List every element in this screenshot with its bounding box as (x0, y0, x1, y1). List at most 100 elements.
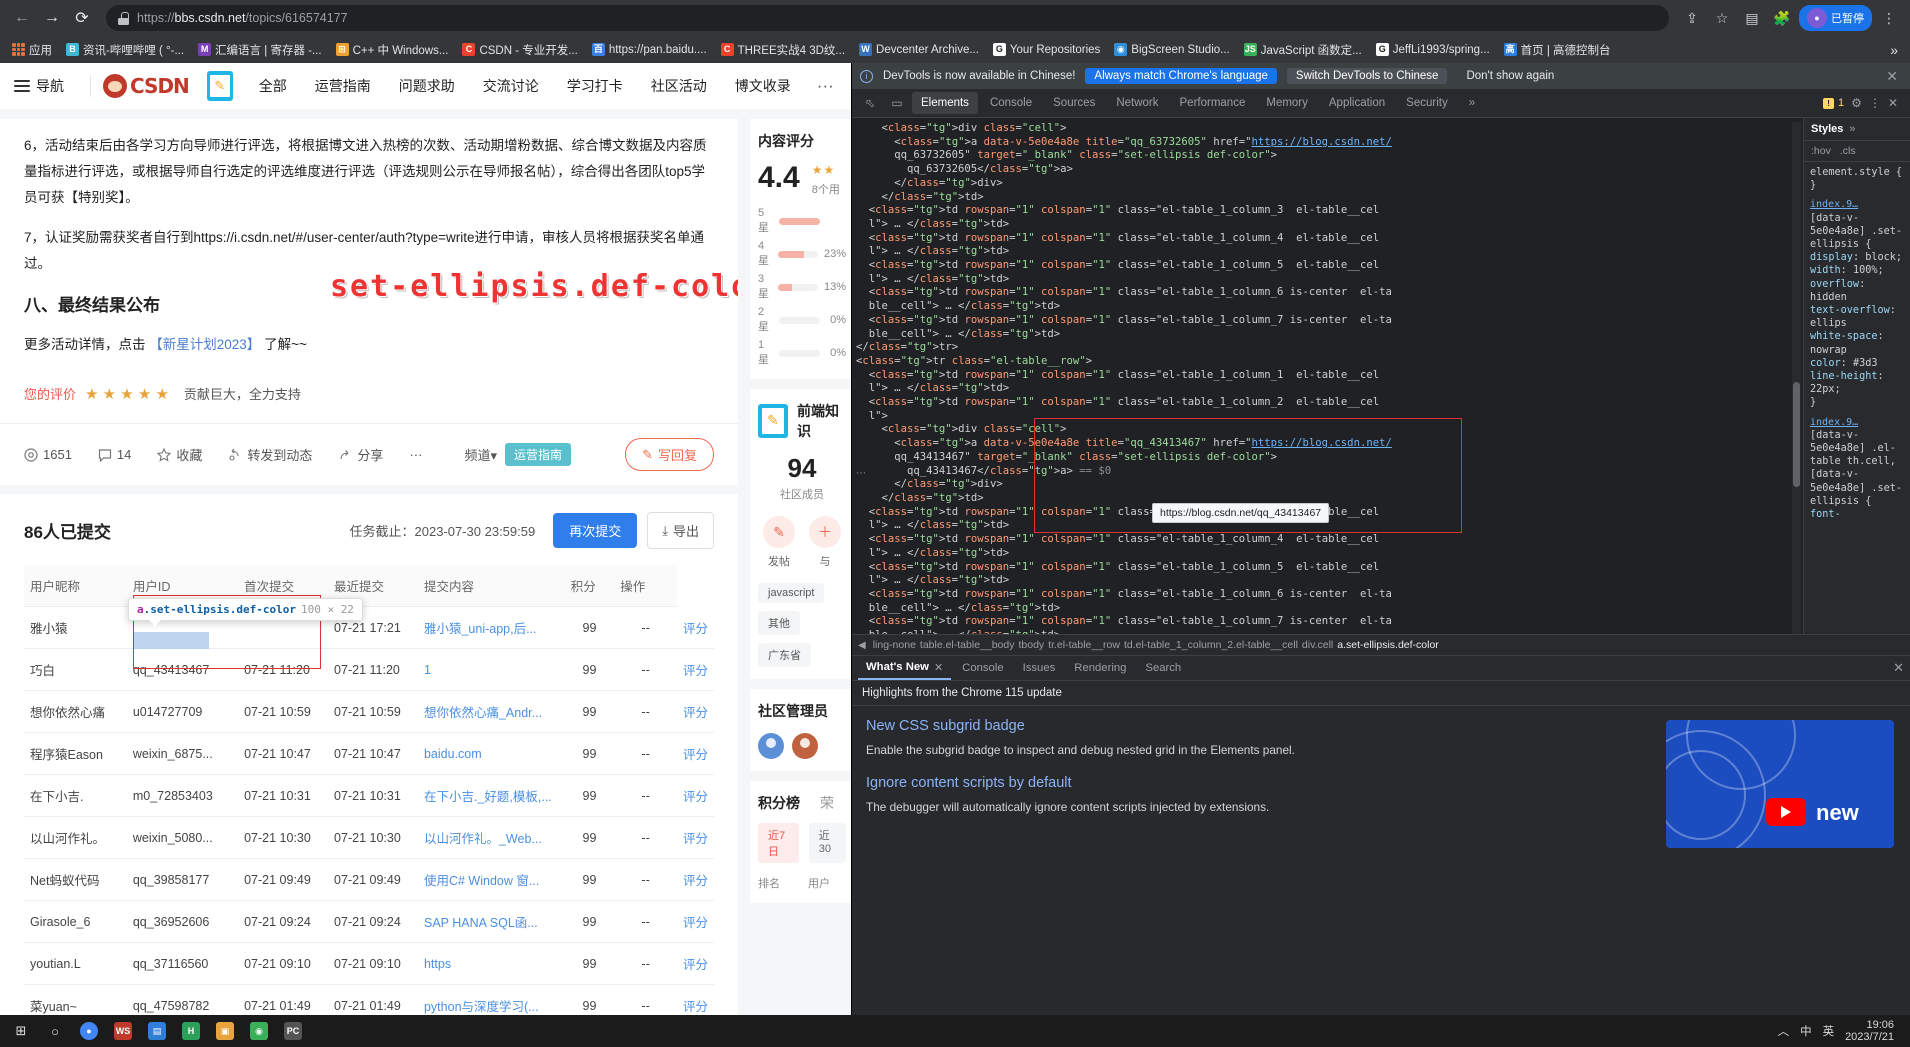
dom-tree-line[interactable]: <class="tg">td rowspan="1" colspan="1" c… (856, 259, 1803, 273)
dom-tree-line[interactable]: <class="tg">td rowspan="1" colspan="1" c… (856, 204, 1803, 218)
channel-selector[interactable]: 频道▾ 运营指南 (464, 443, 571, 466)
community-board-icon[interactable] (207, 71, 233, 101)
ime-en-icon[interactable]: 英 (1823, 1023, 1835, 1039)
bookmark-star-icon[interactable]: ☆ (1709, 5, 1735, 31)
tab-rank[interactable]: 积分榜 (758, 793, 800, 813)
breadcrumb-item[interactable]: div.cell (1302, 639, 1333, 651)
tab-console[interactable]: Console (981, 92, 1041, 114)
style-property[interactable]: width: 100%; (1810, 264, 1904, 277)
style-source-link-2[interactable]: index.9… (1810, 417, 1858, 428)
tab-security[interactable]: Security (1397, 92, 1457, 114)
submission-content[interactable]: 1 (418, 649, 565, 691)
breadcrumb-item[interactable]: tr.el-table__row (1048, 639, 1120, 651)
dom-tree-line[interactable]: <class="tg">td rowspan="1" colspan="1" c… (856, 506, 1803, 520)
share-icon[interactable]: ⇪ (1679, 5, 1705, 31)
drawer-tab-whats-new[interactable]: What's New✕ (858, 657, 951, 680)
dom-tree-line[interactable]: ble__cell"> … </class="tg">td> (856, 328, 1803, 342)
warning-badge[interactable]: !1 (1823, 97, 1844, 109)
join-button[interactable]: ＋ 与 (809, 516, 841, 569)
bookmark-item[interactable]: JSJavaScript 函数定... (1238, 40, 1368, 60)
submission-content[interactable]: 在下小吉._好题,模板,... (418, 775, 565, 817)
hbuilder-icon[interactable]: H (176, 1018, 206, 1044)
breadcrumb-item[interactable]: td.el-table_1_column_2.el-table__cell (1124, 639, 1298, 651)
hov-toggle[interactable]: :hov (1811, 145, 1831, 157)
repost-button[interactable]: 转发到动态 (228, 445, 312, 464)
tab-performance[interactable]: Performance (1171, 92, 1255, 114)
tree-scrollbar[interactable] (1792, 122, 1801, 634)
dom-tree-line[interactable]: l"> … </class="tg">td> (856, 519, 1803, 533)
folder-icon[interactable]: ▤ (142, 1018, 172, 1044)
submission-action[interactable]: 评分 (677, 817, 714, 859)
tab-network[interactable]: Network (1107, 92, 1167, 114)
promo-video-card[interactable]: new (1666, 720, 1894, 848)
breadcrumb-item[interactable]: tbody (1018, 639, 1044, 651)
dom-tree-line[interactable]: <class="tg">td rowspan="1" colspan="1" c… (856, 396, 1803, 410)
submission-content[interactable]: baidu.com (418, 733, 565, 775)
post-button[interactable]: ✎ 发帖 (763, 516, 795, 569)
dom-tree-line[interactable]: </class="tg">td> (856, 191, 1803, 205)
style-property[interactable]: text-overflow: ellips (1810, 304, 1904, 330)
resubmit-button[interactable]: 再次提交 (553, 513, 637, 548)
submission-action[interactable]: 评分 (677, 943, 714, 985)
chrome-menu-icon[interactable]: ⋮ (1876, 5, 1902, 31)
rank-30d[interactable]: 近30 (809, 823, 846, 863)
bookmark-item[interactable]: CTHREE实战4 3D纹... (715, 40, 851, 60)
breadcrumb-item-active[interactable]: a.set-ellipsis.def-color (1337, 639, 1439, 651)
breadcrumb-item[interactable]: table.el-table__body (920, 639, 1015, 651)
nav-item-checkin[interactable]: 学习打卡 (567, 76, 623, 96)
export-button[interactable]: ⤓ 导出 (647, 512, 714, 549)
tabs-overflow-icon[interactable]: » (1460, 92, 1484, 114)
dom-tree-line[interactable]: qq_43413467" target="_blank" class="set-… (856, 451, 1803, 465)
comments-count[interactable]: 14 (98, 447, 131, 462)
bookmark-apps[interactable]: 应用 (6, 40, 58, 60)
tab-honor[interactable]: 荣 (820, 793, 834, 813)
dom-tree-line[interactable]: <class="tg">td rowspan="1" colspan="1" c… (856, 588, 1803, 602)
bookmark-item[interactable]: WDevcenter Archive... (853, 41, 985, 58)
dom-tree-line[interactable]: <class="tg">div class="cell"> (856, 423, 1803, 437)
submission-content[interactable]: https (418, 943, 565, 985)
breadcrumb-item[interactable]: ling-none (873, 639, 916, 651)
channel-tag[interactable]: 运营指南 (505, 443, 571, 466)
bookmark-item[interactable]: B资讯-哔哩哔哩 ( °-... (60, 40, 190, 60)
avatar[interactable] (792, 733, 818, 759)
tray-chevron-icon[interactable]: ︿ (1778, 1023, 1790, 1039)
submission-action[interactable]: 评分 (677, 775, 714, 817)
dom-tree-line[interactable]: l"> … </class="tg">td> (856, 574, 1803, 588)
nav-item-question[interactable]: 问题求助 (399, 76, 455, 96)
back-button[interactable]: ← (8, 4, 36, 32)
drawer-tab-issues[interactable]: Issues (1015, 658, 1064, 678)
dom-tree-line[interactable]: l"> (856, 410, 1803, 424)
dom-tree-code[interactable]: <class="tg">div class="cell"> <class="tg… (856, 122, 1803, 634)
dom-tree-line[interactable]: ble cell"> … </class="tg">td> (856, 629, 1803, 634)
device-toolbar-icon[interactable]: ▭ (885, 92, 909, 114)
submission-action[interactable]: 评分 (677, 691, 714, 733)
drawer-tab-rendering[interactable]: Rendering (1066, 658, 1134, 678)
address-bar[interactable]: https://bbs.csdn.net/topics/616574177 (106, 5, 1669, 31)
submission-content[interactable]: 想你依然心痛_Andr... (418, 691, 565, 733)
cls-toggle[interactable]: .cls (1840, 145, 1856, 157)
dom-tree-line[interactable]: </class="tg">div> (856, 177, 1803, 191)
avatar[interactable] (758, 733, 784, 759)
sidepanel-icon[interactable]: ▤ (1739, 5, 1765, 31)
dom-tree-line[interactable]: <class="tg">a data-v-5e0e4a8e title="qq_… (856, 437, 1803, 451)
styles-overflow-icon[interactable]: » (1849, 123, 1855, 135)
rank-7d[interactable]: 近7日 (758, 823, 799, 863)
bookmark-item[interactable]: M汇编语言 | 寄存器 -... (192, 40, 328, 60)
bookmark-item[interactable]: GJeffLi1993/spring... (1370, 41, 1496, 58)
pc-icon[interactable]: PC (278, 1018, 308, 1044)
tree-resize-dots[interactable]: ⋯ (856, 468, 866, 479)
dom-tree-line[interactable]: <class="tg">td rowspan="1" colspan="1" c… (856, 561, 1803, 575)
dom-tree-line[interactable]: <class="tg">a data-v-5e0e4a8e title="qq_… (856, 136, 1803, 150)
bookmark-item[interactable]: ◉BigScreen Studio... (1108, 41, 1235, 58)
submission-content[interactable]: 以山河作礼。_Web... (418, 817, 565, 859)
extensions-icon[interactable]: 🧩 (1769, 5, 1795, 31)
drawer-tab-console[interactable]: Console (954, 658, 1011, 678)
favorite-button[interactable]: 收藏 (157, 445, 202, 464)
dom-tree-line[interactable]: ble__cell"> … </class="tg">td> (856, 602, 1803, 616)
bookmark-item[interactable]: 高首页 | 高德控制台 (1498, 40, 1617, 60)
submission-action[interactable]: 评分 (677, 607, 714, 649)
dom-tree-line[interactable]: </class="tg">td> (856, 492, 1803, 506)
dom-tree-line[interactable]: </class="tg">div> (856, 478, 1803, 492)
submission-content[interactable]: 使用C# Window 窗... (418, 859, 565, 901)
dom-tree-line[interactable]: qq_43413467</class="tg">a> == $0 (856, 465, 1803, 479)
